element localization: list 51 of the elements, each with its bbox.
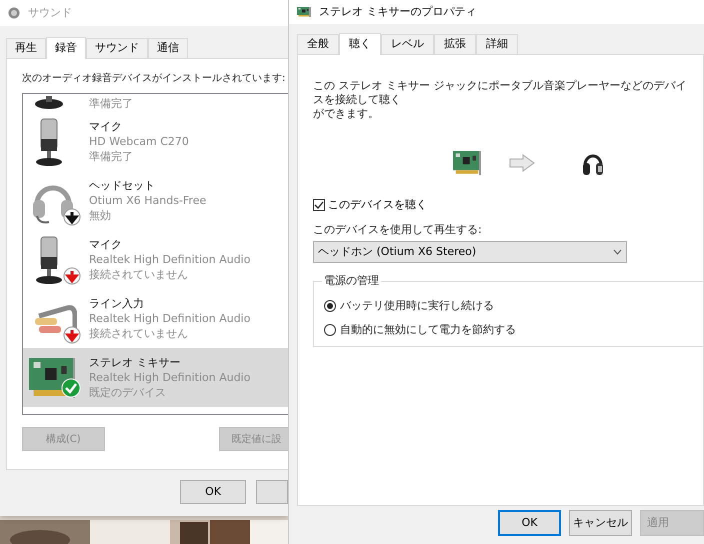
device-model: Realtek High Definition Audio [89, 370, 250, 385]
window-title: サウンド [28, 4, 72, 21]
description-text: ができます。 [313, 107, 380, 121]
radio-circle[interactable] [324, 300, 336, 312]
device-name: ヘッドセット [89, 178, 156, 193]
description-text: この ステレオ ミキサー ジャックにポータブル音楽プレーヤーなどのデバイスを接続して聴く [313, 79, 688, 107]
tab[interactable]: 全般 [297, 34, 339, 54]
device-item[interactable]: ステレオ ミキサー Realtek High Definition Audio 既定のデバイス [23, 348, 288, 407]
tab[interactable]: レベル [381, 34, 434, 54]
device-status: 無効 [89, 208, 112, 223]
checkbox[interactable]: このデバイスを聴く [313, 197, 697, 214]
speaker-icon [8, 7, 20, 19]
tab[interactable]: 再生 [6, 38, 46, 58]
device-status: 準備完了 [89, 149, 134, 164]
circuit-board-icon [29, 358, 77, 398]
device-model: Otium X6 Hands-Free [89, 193, 206, 208]
circuit-board-icon [297, 7, 311, 17]
tab[interactable]: サウンド [86, 38, 148, 58]
window-title: ステレオ ミキサーのプロパティ [319, 4, 476, 20]
dialog-button[interactable]: キャンセル [569, 510, 632, 536]
device-model: Realtek High Definition Audio [89, 311, 250, 326]
device-name: マイク [89, 119, 123, 134]
device-status: 既定のデバイス [89, 385, 167, 400]
radio-button[interactable]: バッテリ使用時に実行し続ける [324, 298, 704, 314]
chevron-down-icon [613, 249, 622, 255]
device-name: ライン入力 [89, 296, 145, 311]
tab[interactable]: 録音 [46, 37, 86, 59]
arrow-icon [509, 154, 535, 172]
ok-button[interactable]: OK [180, 480, 246, 504]
circuit-board-icon [453, 151, 481, 175]
tab[interactable]: 聴く [339, 33, 381, 55]
device-model: Realtek High Definition Audio [89, 252, 250, 267]
device-item[interactable]: マイク HD Webcam C270 準備完了 [23, 112, 288, 171]
check-icon [314, 200, 324, 210]
radio-button[interactable]: 自動的に無効にして電力を節約する [324, 322, 704, 338]
device-name: マイク [89, 237, 123, 252]
dialog-button[interactable]: OK [498, 510, 562, 536]
instruction-text: 次のオーディオ録音デバイスがインストールされています: [22, 72, 286, 86]
dropdown[interactable]: ヘッドホン (Otium X6 Stereo) [313, 241, 627, 263]
device-status: 接続されていません [89, 267, 189, 282]
device-name: ステレオ ミキサー [89, 355, 182, 370]
check-icon [61, 378, 81, 398]
tab[interactable]: 拡張 [434, 34, 476, 54]
device-item[interactable]: ライン入力 Realtek High Definition Audio 接続されていません [23, 289, 288, 348]
tab[interactable]: 詳細 [476, 34, 518, 54]
device-status: 接続されていません [89, 326, 189, 341]
tab[interactable]: 通信 [148, 38, 188, 58]
field-label: このデバイスを使用して再生する: [313, 222, 483, 238]
device-item[interactable]: マイク Realtek High Definition Audio 接続されていません [23, 230, 288, 289]
device-status: 準備完了 [89, 96, 133, 110]
device-model: HD Webcam C270 [89, 134, 189, 149]
